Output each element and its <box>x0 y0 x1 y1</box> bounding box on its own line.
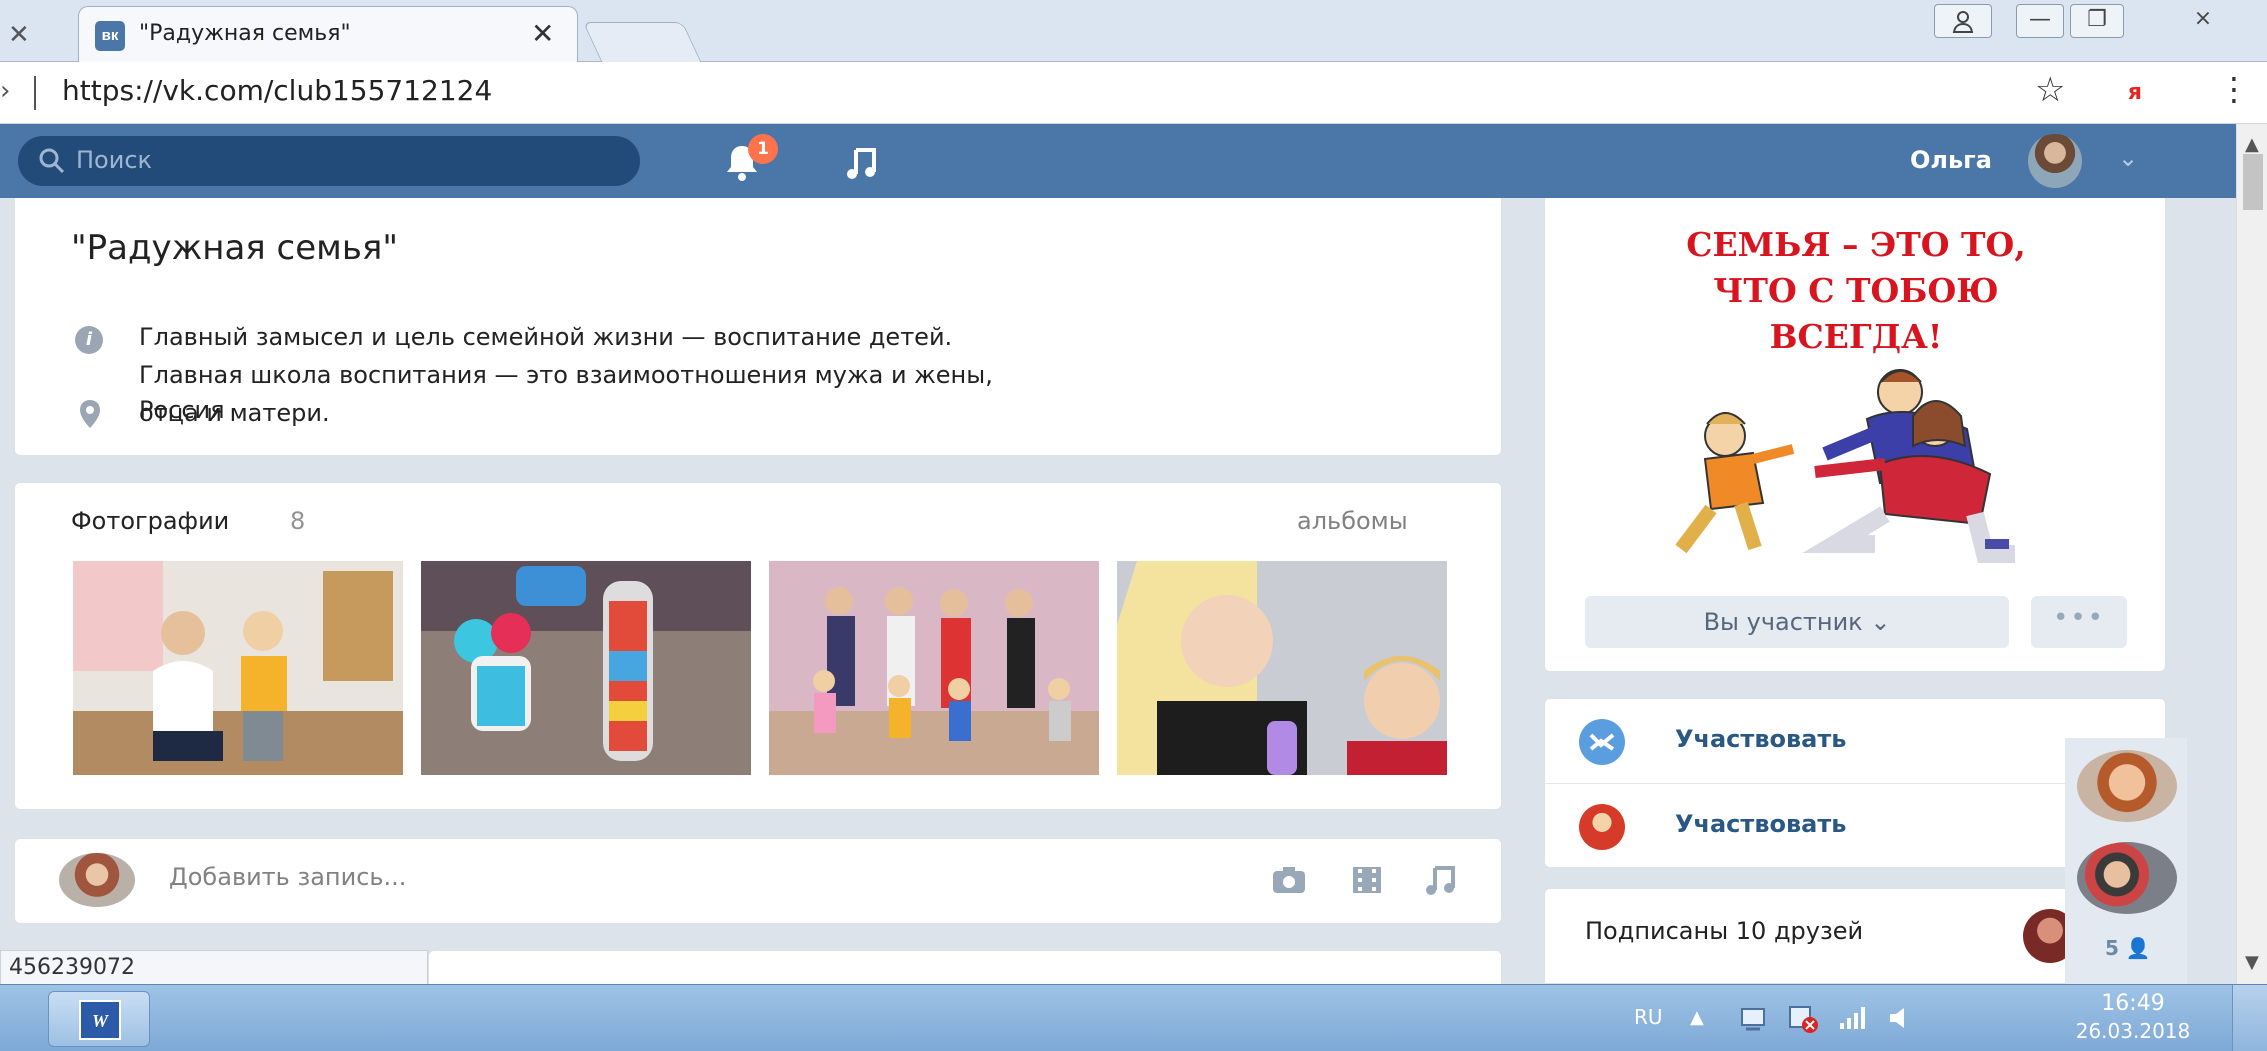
info-icon: i <box>75 326 103 354</box>
page-scrollbar[interactable]: ▲ ▼ <box>2236 124 2267 984</box>
divider <box>34 76 36 110</box>
member-status-button[interactable]: Вы участник ⌄ <box>1585 596 2009 648</box>
photos-label[interactable]: Фотографии <box>71 507 229 535</box>
tab-title: "Радужная семья" <box>139 21 351 46</box>
photos-card: Фотографии 8 альбомы <box>14 482 1502 810</box>
back-arrow-icon[interactable]: › <box>0 76 10 106</box>
user-profile-icon[interactable] <box>1934 4 1992 38</box>
app-icon <box>1579 719 1625 765</box>
app-label: Участвовать <box>1675 725 1847 753</box>
search-input[interactable]: Поиск <box>18 136 640 186</box>
restore-icon[interactable]: ❐ <box>2070 4 2124 38</box>
video-icon[interactable] <box>1349 863 1385 897</box>
language-indicator[interactable]: RU <box>1634 1005 1663 1029</box>
friends-subscribed-text: Подписаны 10 друзей <box>1585 917 1864 945</box>
chevron-down-icon: ⌄ <box>1870 608 1891 636</box>
albums-link[interactable]: альбомы <box>1297 507 1408 535</box>
window-close-icon[interactable]: ⨯ <box>2170 4 2236 38</box>
family-illustration <box>1675 369 2015 563</box>
photos-count: 8 <box>290 507 306 535</box>
person-icon: 👤 <box>2125 936 2151 960</box>
scroll-thumb[interactable] <box>2243 154 2263 210</box>
location-pin-icon <box>80 400 100 428</box>
new-post-input[interactable]: Добавить запись... <box>169 863 406 891</box>
show-desktop-button[interactable] <box>2232 985 2267 1051</box>
clock-time[interactable]: 16:49 <box>2078 991 2188 1016</box>
photo-thumbnail[interactable] <box>421 561 751 775</box>
page-title: "Радужная семья" <box>71 228 398 268</box>
network-tray-icon[interactable] <box>1736 1001 1770 1035</box>
poster-line: СЕМЬЯ – ЭТО ТО, <box>1686 225 2026 264</box>
new-tab-button[interactable] <box>582 22 702 62</box>
menu-kebab-icon[interactable]: ⋮ <box>2218 70 2250 108</box>
poster-line: ЧТО С ТОБОЮ <box>1713 271 1999 310</box>
word-icon: W <box>79 1000 121 1040</box>
scroll-up-icon[interactable]: ▲ <box>2245 134 2259 155</box>
camera-icon[interactable] <box>1271 863 1307 897</box>
avatar[interactable] <box>2077 750 2177 822</box>
group-description: Главный замысел и цель семейной жизни — … <box>139 323 993 427</box>
yandex-icon[interactable]: я <box>2118 76 2152 110</box>
group-location: Россия <box>139 396 225 424</box>
member-status-label: Вы участник <box>1703 608 1863 636</box>
clock-date[interactable]: 26.03.2018 <box>2058 1019 2208 1043</box>
group-info-card: "Радужная семья" i Главный замысел и цел… <box>14 198 1502 456</box>
flag-alert-icon[interactable] <box>1786 1001 1820 1035</box>
avatar[interactable] <box>2028 134 2082 188</box>
status-url-text: 456239072 <box>0 950 428 986</box>
group-cover-card: СЕМЬЯ – ЭТО ТО, ЧТО С ТОБОЮ ВСЕГДА! Вы у… <box>1544 198 2166 672</box>
search-icon <box>39 148 65 174</box>
url-field[interactable]: https://vk.com/club155712124 <box>62 74 492 107</box>
photo-thumbnail[interactable] <box>73 561 403 775</box>
windows-taskbar: W RU ▲ 16:49 26.03.2018 <box>0 984 2267 1051</box>
chevron-down-icon[interactable]: ⌄ <box>2118 144 2138 172</box>
browser-tab-strip: ✕ вк "Радужная семья" ✕ — ❐ ⨯ <box>0 0 2267 62</box>
app-icon <box>1579 804 1625 850</box>
tab-close-icon[interactable]: ✕ <box>531 17 554 50</box>
online-count-value: 5 <box>2105 936 2119 960</box>
avatar[interactable] <box>2077 842 2177 914</box>
minimize-icon[interactable]: — <box>2016 4 2064 38</box>
photo-thumbnail[interactable] <box>769 561 1099 775</box>
notification-badge: 1 <box>748 134 778 164</box>
close-icon[interactable]: ✕ <box>8 20 30 50</box>
music-icon[interactable] <box>842 142 882 182</box>
word-taskbar-button[interactable]: W <box>48 991 150 1047</box>
app-label: Участвовать <box>1675 810 1847 838</box>
signal-strength-icon[interactable] <box>1836 1001 1870 1035</box>
photo-thumbnail[interactable] <box>1117 561 1447 775</box>
poster-line: ВСЕГДА! <box>1769 317 1943 356</box>
tray-expand-icon[interactable]: ▲ <box>1690 1001 1724 1035</box>
poster-title: СЕМЬЯ – ЭТО ТО, ЧТО С ТОБОЮ ВСЕГДА! <box>1545 222 2167 360</box>
user-name[interactable]: Ольга <box>1910 146 1992 174</box>
scroll-down-icon[interactable]: ▼ <box>2245 952 2259 973</box>
chat-sidebar-panel: 5 👤 <box>2065 738 2187 984</box>
online-count[interactable]: 5 👤 <box>2105 936 2151 960</box>
vk-favicon-icon: вк <box>95 21 125 51</box>
more-actions-button[interactable]: ••• <box>2031 596 2127 648</box>
music-icon[interactable] <box>1423 863 1459 897</box>
vk-header: Поиск 1 Ольга ⌄ <box>0 124 2236 198</box>
new-post-card: Добавить запись... <box>14 838 1502 924</box>
address-bar: › https://vk.com/club155712124 ☆ я ⋮ <box>0 62 2267 124</box>
browser-tab[interactable]: вк "Радужная семья" ✕ <box>78 6 578 62</box>
bookmark-star-icon[interactable]: ☆ <box>2035 70 2065 110</box>
volume-icon[interactable] <box>1884 1001 1918 1035</box>
avatar <box>59 853 135 907</box>
search-placeholder: Поиск <box>76 146 153 174</box>
